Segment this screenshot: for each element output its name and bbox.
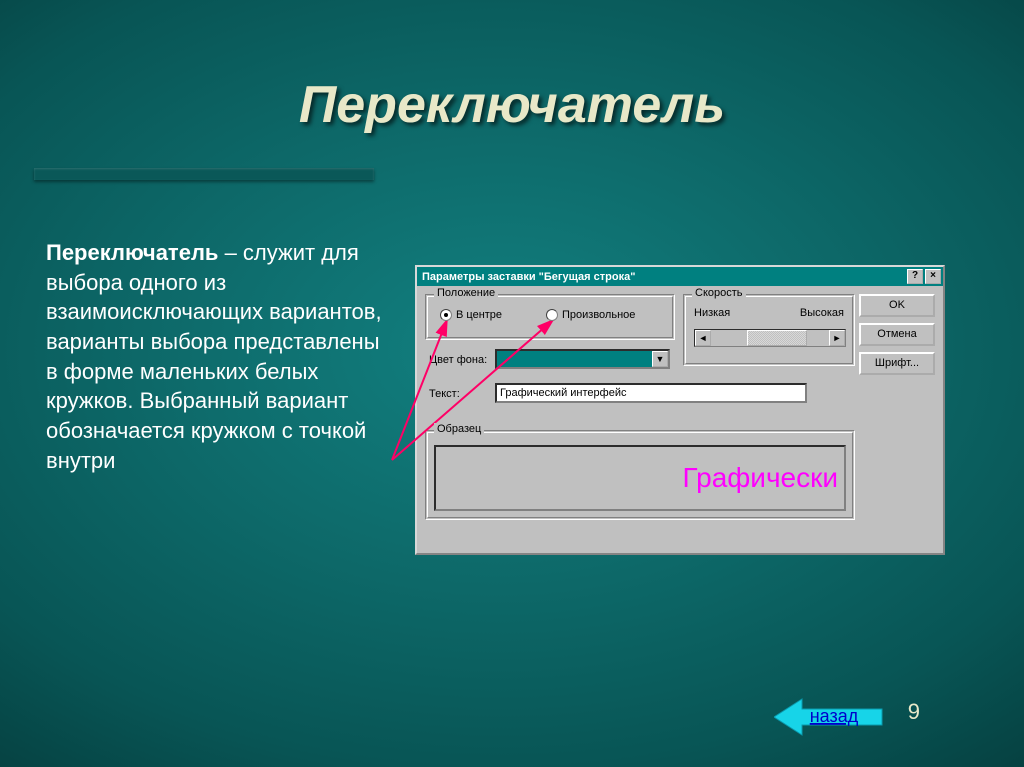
help-button[interactable]: ?: [907, 269, 923, 284]
speed-group-label: Скорость: [692, 287, 746, 299]
position-groupbox: Положение В центре Произвольное: [425, 294, 675, 340]
sample-text: Графически: [683, 462, 838, 494]
dialog-title: Параметры заставки "Бегущая строка": [419, 271, 905, 283]
body-rest: – служит для выбора одного из взаимоискл…: [46, 240, 382, 473]
dialog-titlebar[interactable]: Параметры заставки "Бегущая строка" ? ×: [417, 267, 943, 286]
position-group-label: Положение: [434, 287, 498, 299]
back-arrow-button[interactable]: назад: [774, 697, 884, 737]
sample-groupbox: Образец Графически: [425, 430, 855, 520]
cancel-button[interactable]: Отмена: [859, 323, 935, 346]
bg-color-swatch: [497, 351, 652, 367]
button-column: OK Отмена Шрифт...: [859, 294, 935, 375]
slider-thumb[interactable]: [747, 330, 807, 346]
text-label: Текст:: [429, 388, 460, 400]
speed-high-label: Высокая: [800, 307, 844, 319]
radio-center-row[interactable]: В центре: [440, 309, 502, 321]
speed-slider[interactable]: ◄ ►: [694, 329, 846, 347]
page-number: 9: [908, 699, 920, 725]
radio-icon: [546, 309, 558, 321]
radio-free-row[interactable]: Произвольное: [546, 309, 635, 321]
slider-right-arrow-icon[interactable]: ►: [829, 330, 845, 346]
body-paragraph: Переключатель – служит для выбора одного…: [46, 238, 386, 476]
sample-preview: Графически: [434, 445, 846, 511]
screensaver-params-dialog: Параметры заставки "Бегущая строка" ? × …: [415, 265, 945, 555]
title-underline: [34, 168, 374, 180]
back-label: назад: [810, 706, 859, 726]
chevron-down-icon[interactable]: ▼: [652, 351, 668, 367]
slider-left-arrow-icon[interactable]: ◄: [695, 330, 711, 346]
text-input[interactable]: [495, 383, 807, 403]
slide-title: Переключатель: [0, 75, 1024, 135]
bg-color-label: Цвет фона:: [429, 354, 487, 366]
radio-icon: [440, 309, 452, 321]
close-button[interactable]: ×: [925, 269, 941, 284]
font-button[interactable]: Шрифт...: [859, 352, 935, 375]
ok-button[interactable]: OK: [859, 294, 935, 317]
bg-color-dropdown[interactable]: ▼: [495, 349, 670, 369]
radio-center-label: В центре: [456, 309, 502, 321]
radio-free-label: Произвольное: [562, 309, 635, 321]
speed-groupbox: Скорость Низкая Высокая ◄ ►: [683, 294, 855, 366]
body-term: Переключатель: [46, 240, 218, 265]
sample-group-label: Образец: [434, 423, 484, 435]
speed-low-label: Низкая: [694, 307, 730, 319]
dialog-body: Положение В центре Произвольное Скорость…: [417, 286, 943, 298]
